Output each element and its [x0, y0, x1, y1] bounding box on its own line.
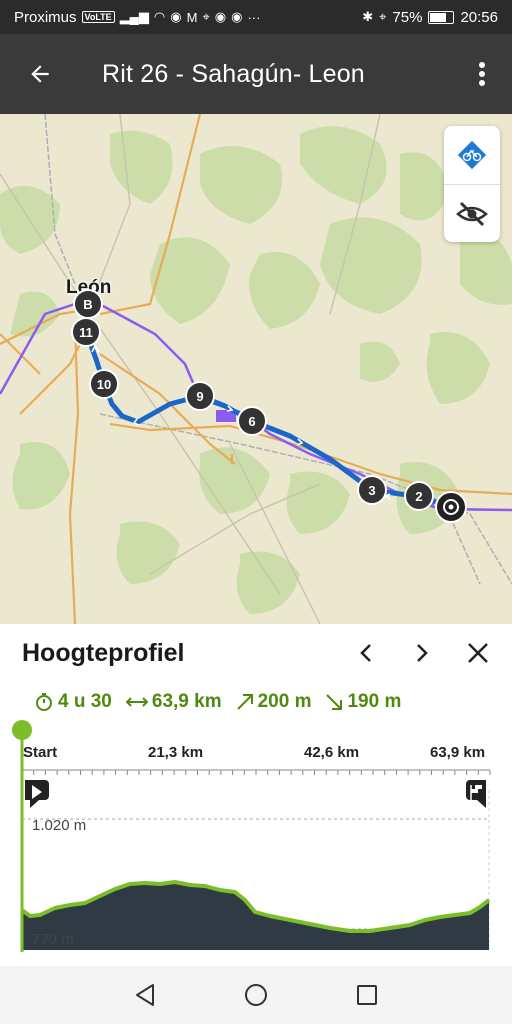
- svg-text:11: 11: [79, 325, 93, 340]
- waypoint-marker-9[interactable]: 9: [185, 381, 215, 411]
- more-notifications-icon: ···: [247, 9, 261, 25]
- carrier-name: Proximus: [14, 8, 77, 26]
- battery-percent: 75%: [392, 8, 423, 26]
- page-title: Rit 26 - Sahagún- Leon: [102, 59, 365, 88]
- panel-header: Hoogteprofiel: [0, 624, 512, 682]
- descent-stat: 190 m: [325, 691, 401, 713]
- more-vert-icon: [479, 62, 485, 86]
- visibility-off-icon: [456, 201, 488, 226]
- chrome-icon: ◉: [170, 9, 182, 24]
- ascent-value: 200 m: [257, 691, 312, 712]
- map-controls: [444, 126, 500, 242]
- waypoint-marker-10[interactable]: 10: [89, 369, 119, 399]
- previous-button[interactable]: [338, 625, 394, 681]
- back-button[interactable]: [0, 34, 80, 114]
- stopwatch-icon: [36, 693, 52, 711]
- back-arrow-icon: [31, 65, 49, 83]
- battery-fill: [430, 12, 447, 22]
- descent-value: 190 m: [347, 691, 402, 712]
- ascent-stat: 200 m: [236, 691, 312, 713]
- app-bar: Rit 26 - Sahagún- Leon: [0, 34, 512, 114]
- waypoint-marker-11[interactable]: 11: [71, 317, 101, 347]
- triangle-back-icon: [136, 984, 155, 1006]
- chrome-icon-3: ◉: [231, 9, 243, 24]
- svg-text:9: 9: [196, 389, 203, 404]
- chrome-icon-2: ◉: [214, 9, 227, 24]
- elevation-area: [22, 882, 489, 950]
- wifi-icon: ◠: [153, 9, 166, 24]
- overflow-menu-button[interactable]: [452, 34, 512, 114]
- waypoint-marker-2[interactable]: 2: [404, 481, 434, 511]
- location-icon: ⌖: [202, 9, 210, 24]
- svg-text:2: 2: [415, 489, 422, 504]
- svg-text:3: 3: [368, 483, 375, 498]
- panel-title: Hoogteprofiel: [22, 638, 185, 667]
- close-button[interactable]: [450, 625, 506, 681]
- route-map[interactable]: León B 11 10 9 6 3 2: [0, 114, 512, 624]
- svg-text:10: 10: [97, 377, 111, 392]
- system-nav-bar: [0, 966, 512, 1024]
- bluetooth-icon: ✱: [362, 9, 374, 24]
- waypoint-marker-3[interactable]: 3: [357, 475, 387, 505]
- finish-flag-icon: [466, 780, 486, 808]
- distance-stat: 63,9 km: [125, 691, 222, 713]
- volte-icon: VoLTE: [81, 11, 115, 23]
- location-status-icon: ⌖: [379, 9, 387, 24]
- ascent-icon: [236, 694, 253, 710]
- nav-back-button[interactable]: [125, 975, 165, 1015]
- elevation-panel: Hoogteprofiel 4 u 30 63,9 km 200 m 190 m: [0, 624, 512, 966]
- nav-home-button[interactable]: [236, 975, 276, 1015]
- elevation-chart[interactable]: Start 21,3 km 42,6 km 63,9 km 1.020 m 77…: [0, 720, 512, 966]
- descent-icon: [326, 694, 343, 710]
- chevron-left-icon: [360, 644, 371, 662]
- waypoint-marker-6[interactable]: 6: [237, 406, 267, 436]
- chevron-right-icon: [417, 644, 428, 662]
- hide-layer-button[interactable]: [444, 184, 500, 242]
- route-stats: 4 u 30 63,9 km 200 m 190 m: [0, 682, 512, 722]
- gmail-icon: M: [186, 9, 198, 25]
- distance-value: 63,9 km: [151, 691, 222, 712]
- close-icon: [468, 643, 488, 663]
- route-end-marker[interactable]: [435, 491, 467, 523]
- status-bar: Proximus VoLTE ▂▄▆ ◠ ◉ M ⌖ ◉ ◉ ··· ✱ ⌖ 7…: [0, 0, 512, 34]
- battery-icon: [428, 10, 455, 24]
- position-cursor-handle[interactable]: [12, 720, 32, 740]
- clock: 20:56: [460, 8, 498, 26]
- elevation-max-label: 1.020 m: [32, 817, 87, 834]
- nav-recents-button[interactable]: [347, 975, 387, 1015]
- duration-value: 4 u 30: [58, 691, 112, 712]
- route-start-marker[interactable]: B: [73, 289, 103, 319]
- duration-stat: 4 u 30: [34, 691, 112, 713]
- next-button[interactable]: [394, 625, 450, 681]
- distance-icon: [125, 697, 148, 707]
- bike-layer-button[interactable]: [444, 126, 500, 184]
- elevation-min-label: 770 m: [32, 931, 74, 948]
- signal-icon: ▂▄▆: [119, 9, 149, 24]
- svg-text:6: 6: [248, 414, 255, 429]
- bike-route-icon: [457, 140, 487, 170]
- circle-home-icon: [244, 984, 267, 1006]
- svg-text:B: B: [83, 297, 92, 312]
- start-play-icon: [25, 780, 49, 808]
- elevation-graph: [12, 720, 491, 952]
- route-markers: B 11 10 9 6 3 2: [71, 289, 467, 523]
- square-recents-icon: [356, 985, 377, 1005]
